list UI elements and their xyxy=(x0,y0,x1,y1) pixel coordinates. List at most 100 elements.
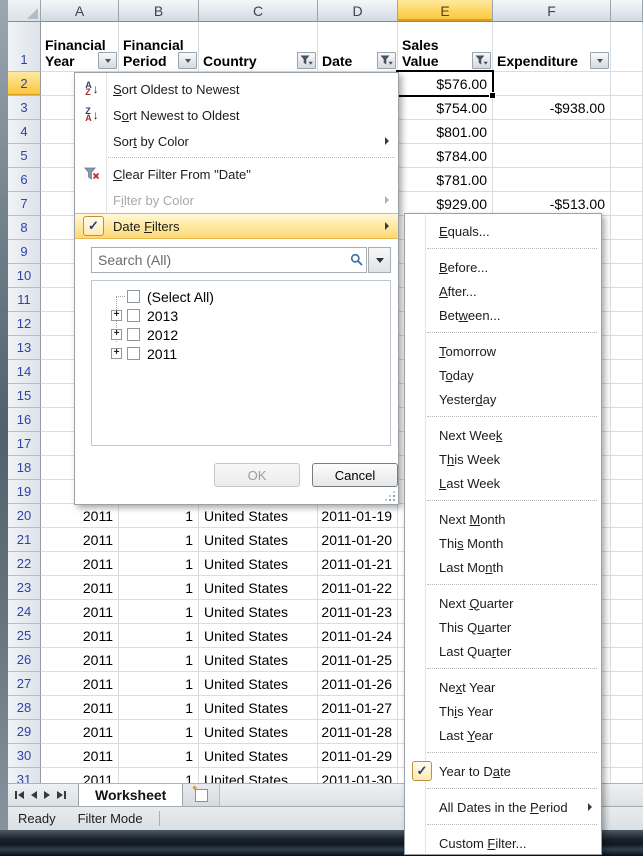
cell-b26[interactable]: 1 xyxy=(119,648,199,672)
cell-d20[interactable]: 2011-01-19 xyxy=(318,504,398,528)
cell-c24[interactable]: United States xyxy=(199,600,318,624)
cell-a29[interactable]: 2011 xyxy=(41,720,119,744)
row-header-13[interactable]: 13 xyxy=(8,336,41,360)
cell-b30[interactable]: 1 xyxy=(119,744,199,768)
menu-item-after[interactable]: After... xyxy=(405,279,601,303)
header-cell-e[interactable]: Sales Value xyxy=(398,22,493,72)
menu-item-this-year[interactable]: This Year xyxy=(405,699,601,723)
cell-g4[interactable] xyxy=(611,120,643,144)
next-sheet-button[interactable] xyxy=(44,791,50,799)
tab-worksheet[interactable]: Worksheet xyxy=(78,784,183,806)
expand-icon[interactable]: + xyxy=(111,329,122,340)
row-header-12[interactable]: 12 xyxy=(8,312,41,336)
menu-item-sort-by-color[interactable]: Sort by Color xyxy=(75,128,398,154)
menu-item-next-year[interactable]: Next Year xyxy=(405,675,601,699)
tree-item-select-all[interactable]: (Select All) xyxy=(92,287,390,306)
cell-d22[interactable]: 2011-01-21 xyxy=(318,552,398,576)
cell-g17[interactable] xyxy=(611,432,643,456)
tree-item-2013[interactable]: +2013 xyxy=(92,306,390,325)
filter-button-date[interactable] xyxy=(377,52,396,69)
cell-d24[interactable]: 2011-01-23 xyxy=(318,600,398,624)
previous-sheet-button[interactable] xyxy=(31,791,37,799)
row-header-23[interactable]: 23 xyxy=(8,576,41,600)
menu-item-last-quarter[interactable]: Last Quarter xyxy=(405,639,601,663)
cell-e6[interactable]: $781.00 xyxy=(398,168,493,192)
row-header-9[interactable]: 9 xyxy=(8,240,41,264)
menu-item-today[interactable]: Today xyxy=(405,363,601,387)
ok-button[interactable]: OK xyxy=(214,463,300,487)
cell-c27[interactable]: United States xyxy=(199,672,318,696)
cancel-button[interactable]: Cancel xyxy=(312,463,398,487)
row-header-18[interactable]: 18 xyxy=(8,456,41,480)
menu-item-all-dates-in-the-period[interactable]: All Dates in the Period xyxy=(405,795,601,819)
checkbox-select-all[interactable] xyxy=(127,290,140,303)
cell-d28[interactable]: 2011-01-27 xyxy=(318,696,398,720)
cell-d29[interactable]: 2011-01-28 xyxy=(318,720,398,744)
cell-g12[interactable] xyxy=(611,312,643,336)
column-header-e[interactable]: E xyxy=(398,0,493,22)
cell-g27[interactable] xyxy=(611,672,643,696)
cell-g28[interactable] xyxy=(611,696,643,720)
cell-a25[interactable]: 2011 xyxy=(41,624,119,648)
row-header-22[interactable]: 22 xyxy=(8,552,41,576)
cell-c28[interactable]: United States xyxy=(199,696,318,720)
cell-a27[interactable]: 2011 xyxy=(41,672,119,696)
cell-e4[interactable]: $801.00 xyxy=(398,120,493,144)
search-input[interactable] xyxy=(91,247,367,273)
cell-g30[interactable] xyxy=(611,744,643,768)
row-header-2[interactable]: 2 xyxy=(8,72,41,96)
row-header-26[interactable]: 26 xyxy=(8,648,41,672)
cell-e5[interactable]: $784.00 xyxy=(398,144,493,168)
row-header-14[interactable]: 14 xyxy=(8,360,41,384)
header-cell-c[interactable]: Country xyxy=(199,22,318,72)
filter-button-country[interactable] xyxy=(297,52,316,69)
cell-c21[interactable]: United States xyxy=(199,528,318,552)
cell-d30[interactable]: 2011-01-29 xyxy=(318,744,398,768)
row-header-21[interactable]: 21 xyxy=(8,528,41,552)
cell-e3[interactable]: $754.00 xyxy=(398,96,493,120)
resize-grip[interactable] xyxy=(385,491,397,503)
menu-item-next-week[interactable]: Next Week xyxy=(405,423,601,447)
row-header-29[interactable]: 29 xyxy=(8,720,41,744)
header-cell-partial[interactable] xyxy=(611,22,643,72)
cell-a28[interactable]: 2011 xyxy=(41,696,119,720)
cell-e2[interactable]: $576.00 xyxy=(398,72,493,96)
cell-d27[interactable]: 2011-01-26 xyxy=(318,672,398,696)
cell-a26[interactable]: 2011 xyxy=(41,648,119,672)
cell-c25[interactable]: United States xyxy=(199,624,318,648)
cell-g25[interactable] xyxy=(611,624,643,648)
row-header-10[interactable]: 10 xyxy=(8,264,41,288)
cell-b21[interactable]: 1 xyxy=(119,528,199,552)
cell-g2[interactable] xyxy=(611,72,643,96)
cell-f2[interactable] xyxy=(493,72,611,96)
last-sheet-button[interactable] xyxy=(57,791,66,799)
cell-f6[interactable] xyxy=(493,168,611,192)
cell-b25[interactable]: 1 xyxy=(119,624,199,648)
menu-item-last-year[interactable]: Last Year xyxy=(405,723,601,747)
column-header-c[interactable]: C xyxy=(199,0,318,22)
cell-c26[interactable]: United States xyxy=(199,648,318,672)
menu-item-last-month[interactable]: Last Month xyxy=(405,555,601,579)
menu-item-yesterday[interactable]: Yesterday xyxy=(405,387,601,411)
cell-a22[interactable]: 2011 xyxy=(41,552,119,576)
row-header-17[interactable]: 17 xyxy=(8,432,41,456)
cell-d21[interactable]: 2011-01-20 xyxy=(318,528,398,552)
filter-button-financial-year[interactable] xyxy=(98,52,117,69)
row-header-3[interactable]: 3 xyxy=(8,96,41,120)
cell-b23[interactable]: 1 xyxy=(119,576,199,600)
cell-d23[interactable]: 2011-01-22 xyxy=(318,576,398,600)
menu-item-next-quarter[interactable]: Next Quarter xyxy=(405,591,601,615)
cell-g9[interactable] xyxy=(611,240,643,264)
search-scope-dropdown[interactable] xyxy=(368,247,391,273)
cell-g22[interactable] xyxy=(611,552,643,576)
cell-g16[interactable] xyxy=(611,408,643,432)
row-header-5[interactable]: 5 xyxy=(8,144,41,168)
row-header-8[interactable]: 8 xyxy=(8,216,41,240)
cell-a23[interactable]: 2011 xyxy=(41,576,119,600)
menu-item-sort-oldest-to-newest[interactable]: AZ↓Sort Oldest to Newest xyxy=(75,76,398,102)
menu-item-next-month[interactable]: Next Month xyxy=(405,507,601,531)
row-header-15[interactable]: 15 xyxy=(8,384,41,408)
tree-item-2011[interactable]: +2011 xyxy=(92,344,390,363)
menu-item-year-to-date[interactable]: ✓Year to Date xyxy=(405,759,601,783)
row-header-28[interactable]: 28 xyxy=(8,696,41,720)
